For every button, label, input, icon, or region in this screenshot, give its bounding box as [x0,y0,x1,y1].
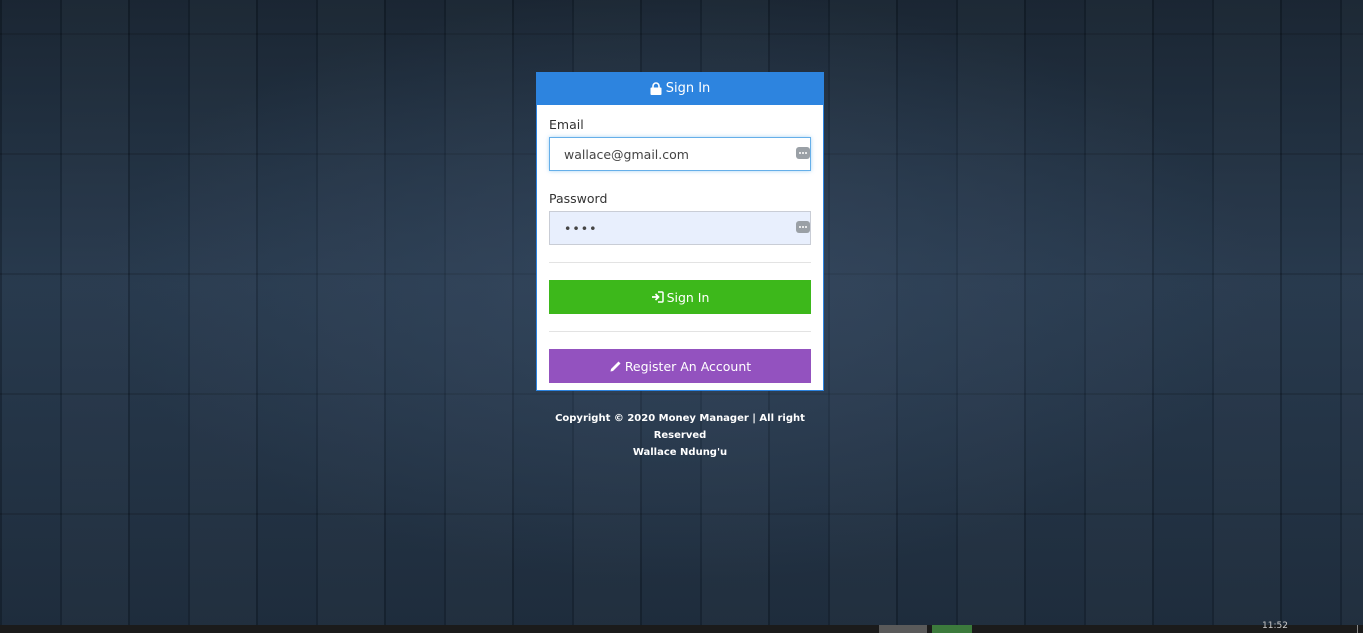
sign-in-button[interactable]: Sign In [549,280,811,314]
page-footer: Copyright © 2020 Money Manager | All rig… [536,410,824,461]
email-field-wrap [549,137,811,171]
author-text: Wallace Ndung'u [632,447,728,458]
password-field[interactable] [549,211,811,245]
panel-heading: Sign In [536,72,824,105]
email-field[interactable] [549,137,811,171]
taskbar-app-button[interactable] [879,625,927,633]
email-label: Email [549,117,584,132]
login-form: Email Password Sign In Register An Accou… [537,105,823,383]
divider [549,331,811,332]
pencil-icon [610,361,621,371]
register-label: Register An Account [624,358,752,374]
password-label: Password [549,191,608,206]
divider [549,262,811,263]
password-manager-icon[interactable] [796,147,810,159]
sign-in-label: Sign In [666,289,710,305]
register-button[interactable]: Register An Account [549,349,811,383]
taskbar-app-button[interactable] [932,625,972,633]
lock-icon [650,82,662,95]
taskbar-clock: 11:52 [1262,621,1288,631]
copyright-text: Copyright © 2020 Money Manager | All rig… [555,413,805,441]
password-field-wrap [549,211,811,245]
panel-title: Sign In [665,81,711,96]
password-manager-icon[interactable] [796,221,810,233]
login-panel: Sign In Email Password Sign In Register … [536,72,824,391]
sign-in-icon [651,291,664,303]
taskbar-separator [1357,625,1358,633]
os-taskbar: 11:52 [0,621,1363,633]
